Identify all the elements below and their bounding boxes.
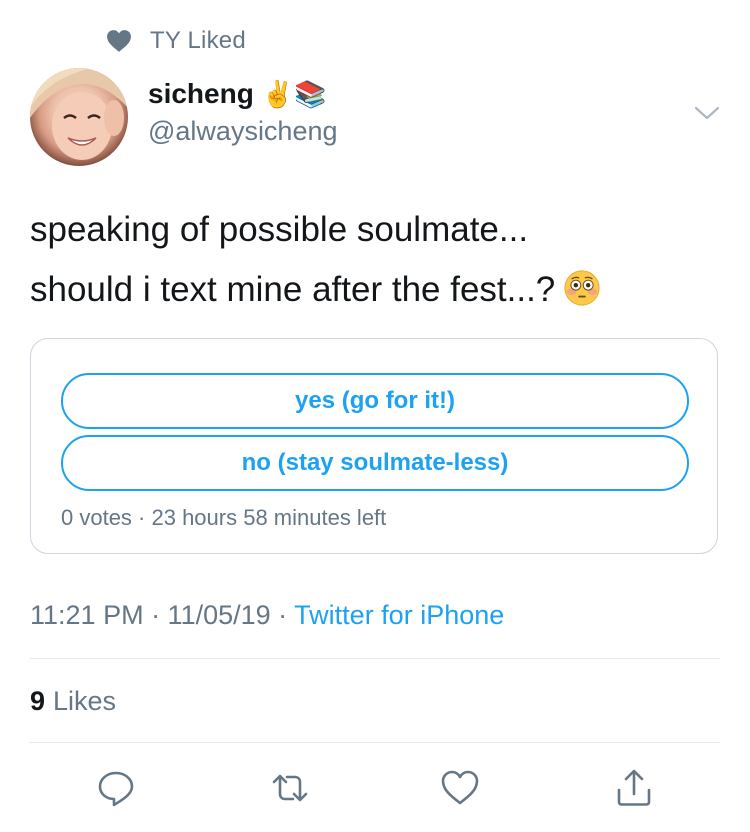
author-display-name[interactable]: sicheng xyxy=(148,78,254,110)
heart-icon xyxy=(107,30,131,52)
likes-number[interactable]: 9 xyxy=(30,686,45,716)
share-button[interactable] xyxy=(614,768,654,808)
reply-icon xyxy=(98,771,134,807)
share-icon xyxy=(617,769,651,806)
chevron-down-icon[interactable] xyxy=(692,102,722,124)
like-icon xyxy=(441,770,479,805)
divider xyxy=(30,742,720,743)
tweet-timestamp: 11:21 PM · 11/05/19 · Twitter for iPhone xyxy=(30,600,504,631)
like-button[interactable] xyxy=(440,768,480,808)
divider xyxy=(30,658,720,659)
social-context-label: TY Liked xyxy=(150,27,246,54)
avatar[interactable] xyxy=(30,68,128,166)
author-handle[interactable]: @alwaysicheng xyxy=(148,116,338,147)
social-context: TY Liked xyxy=(106,26,246,56)
author-name-row[interactable]: sicheng ✌️📚 xyxy=(148,78,327,110)
tweet-line-2: should i text mine after the fest...? xyxy=(30,260,720,320)
flushed-face-emoji xyxy=(564,270,600,306)
likes-label[interactable]: Likes xyxy=(53,686,116,716)
tweet-text: speaking of possible soulmate... should … xyxy=(30,200,720,320)
timestamp-time: 11:21 PM · 11/05/19 · xyxy=(30,600,295,630)
poll-option-no[interactable]: no (stay soulmate-less) xyxy=(61,435,689,491)
author-name-emojis: ✌️📚 xyxy=(261,79,327,109)
retweet-icon xyxy=(272,774,308,802)
retweet-button[interactable] xyxy=(270,768,310,808)
tweet-line-1: speaking of possible soulmate... xyxy=(30,210,529,249)
reply-button[interactable] xyxy=(96,768,136,808)
poll-option-yes[interactable]: yes (go for it!) xyxy=(61,373,689,429)
likes-count[interactable]: 9 Likes xyxy=(30,686,116,717)
poll-card: yes (go for it!) no (stay soulmate-less)… xyxy=(30,338,718,554)
tweet-line-2-text: should i text mine after the fest...? xyxy=(30,270,556,309)
poll-status: 0 votes · 23 hours 58 minutes left xyxy=(61,505,387,530)
tweet-source-link[interactable]: Twitter for iPhone xyxy=(294,600,504,630)
